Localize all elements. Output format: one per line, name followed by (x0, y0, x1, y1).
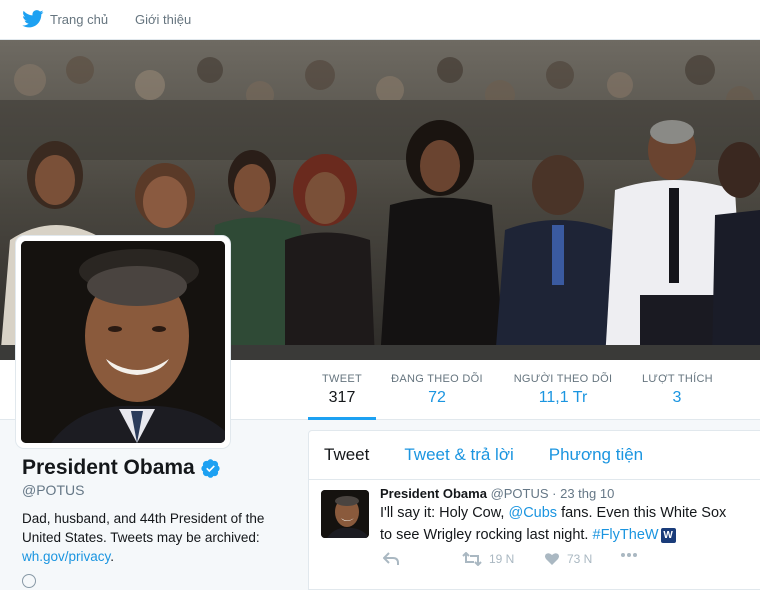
stat-likes-label: LƯỢT THÍCH (642, 373, 713, 385)
profile-avatar[interactable] (16, 236, 230, 448)
retweet-button[interactable]: 19 N (462, 552, 514, 566)
home-nav-link[interactable]: Trang chủ (22, 0, 108, 38)
tab-media[interactable]: Phương tiện (549, 445, 643, 465)
tab-tweets-and-replies[interactable]: Tweet & trả lời (404, 445, 513, 465)
tweet-actions: 19 N 73 N (380, 552, 680, 570)
tweet-timestamp[interactable]: 23 thg 10 (560, 486, 614, 501)
like-button[interactable]: 73 N (544, 552, 592, 566)
tweet-body: President Obama @POTUS · 23 thg 10 I'll … (380, 486, 760, 546)
tweet-text: I'll say it: Holy Cow, @Cubs fans. Even … (380, 502, 760, 546)
timeline-panel: Tweet Tweet & trả lời Phương tiện Presid… (308, 430, 760, 590)
profile-handle: @POTUS (22, 482, 85, 498)
profile-bio: Dad, husband, and 44th President of the … (22, 509, 292, 566)
more-dots-icon (621, 553, 637, 557)
like-count: 73 N (567, 552, 593, 566)
tweet-header: President Obama @POTUS · 23 thg 10 (380, 486, 760, 501)
stat-likes-value: 3 (672, 389, 682, 406)
tweet-author-name[interactable]: President Obama (380, 486, 487, 501)
retweet-count: 19 N (489, 552, 515, 566)
verified-badge-icon (201, 458, 220, 478)
stat-tweets-label: TWEET (322, 373, 362, 385)
tweet-avatar-portrait (321, 490, 369, 538)
stat-following-label: ĐANG THEO DÕI (391, 373, 483, 385)
tweet-text-part-3: to see Wrigley rocking last night. (380, 527, 593, 543)
stat-followers-value: 11,1 Tr (538, 389, 588, 406)
reply-icon (383, 552, 399, 565)
tweet-separator: · (548, 486, 561, 501)
stat-tweets-value: 317 (328, 389, 356, 406)
tweet-author-handle[interactable]: @POTUS (491, 486, 549, 501)
profile-name[interactable]: President Obama (22, 456, 195, 480)
location-icon (22, 574, 36, 588)
top-navigation-bar: Trang chủ Giới thiệu (0, 0, 760, 40)
profile-card: President Obama @POTUS Dad, husband, and… (22, 456, 292, 566)
retweet-icon (462, 552, 482, 566)
profile-name-row: President Obama (22, 456, 292, 480)
timeline-tabs: Tweet Tweet & trả lời Phương tiện (309, 431, 760, 480)
stat-following-value: 72 (428, 389, 446, 406)
tweet-text-line-1: I'll say it: Holy Cow, @Cubs fans. Even … (380, 502, 760, 524)
about-nav-link[interactable]: Giới thiệu (135, 0, 191, 38)
stat-tweets[interactable]: TWEET 317 (308, 360, 376, 420)
stat-followers[interactable]: NGƯỜI THEO DÕI 11,1 Tr (513, 360, 613, 420)
about-nav-label: Giới thiệu (135, 11, 192, 27)
tweet-text-part-1: I'll say it: Holy Cow, (380, 505, 509, 521)
twitter-bird-icon (22, 10, 44, 28)
tweet-item[interactable]: President Obama @POTUS · 23 thg 10 I'll … (309, 480, 760, 590)
reply-button[interactable] (383, 552, 406, 566)
tweet-hashtag-link[interactable]: #FlyTheW (593, 527, 659, 543)
avatar-portrait (21, 241, 225, 443)
home-nav-label: Trang chủ (50, 11, 109, 27)
tweet-mention-link[interactable]: @Cubs (508, 505, 557, 521)
profile-bio-link[interactable]: wh.gov/privacy (22, 549, 110, 564)
heart-icon (545, 553, 559, 565)
tab-tweets[interactable]: Tweet (324, 445, 369, 465)
tweet-text-line-2: to see Wrigley rocking last night. #FlyT… (380, 524, 760, 546)
stat-followers-label: NGƯỜI THEO DÕI (513, 373, 613, 385)
tweet-text-part-2: fans. Even this White Sox (557, 505, 727, 521)
profile-bio-text: Dad, husband, and 44th President of the … (22, 511, 265, 545)
profile-bio-link-suffix: . (110, 549, 115, 564)
stat-following[interactable]: ĐANG THEO DÕI 72 (391, 360, 483, 420)
avatar-image (21, 241, 225, 443)
tweet-avatar[interactable] (321, 490, 369, 538)
cubs-w-flag-icon: W (660, 527, 676, 543)
stat-likes[interactable]: LƯỢT THÍCH 3 (642, 360, 713, 420)
more-options-button[interactable] (620, 552, 645, 558)
